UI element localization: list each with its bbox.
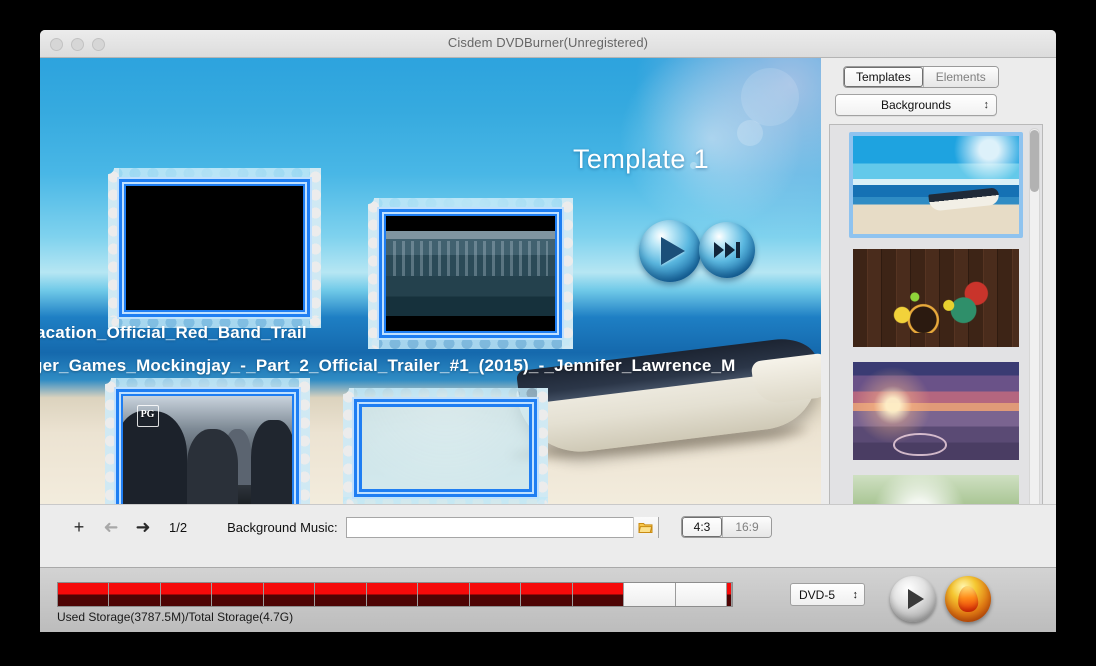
add-chapter-button[interactable]: + (67, 515, 91, 539)
title-bar: Cisdem DVDBurner(Unregistered) (40, 30, 1056, 58)
chapter-thumbnail-4[interactable] (361, 406, 530, 490)
background-thumb-image (853, 249, 1019, 347)
pg-rating-icon: PG (136, 404, 159, 427)
background-thumbnail-list[interactable] (829, 124, 1043, 516)
background-music-label: Background Music: (227, 519, 338, 535)
category-dropdown-value: Backgrounds (880, 98, 952, 112)
background-thumb-image (853, 362, 1019, 460)
caption-2[interactable]: ger_Games_Mockingjay_-_Part_2_Official_T… (40, 356, 736, 376)
previous-page-button[interactable]: ➜ (99, 515, 123, 539)
aspect-ratio-4-3[interactable]: 4:3 (681, 517, 723, 537)
category-dropdown[interactable]: Backgrounds ↕ (835, 94, 997, 116)
template-number: 1 (693, 144, 710, 174)
right-panel: Templates Elements Backgrounds ↕ (821, 58, 1056, 576)
preview-play-button[interactable] (639, 220, 701, 282)
burn-button[interactable] (945, 576, 991, 622)
storage-meter (57, 582, 733, 607)
aspect-ratio-tabs[interactable]: 4:3 16:9 (680, 516, 772, 538)
disc-type-dropdown[interactable]: DVD-5 ↕ (790, 583, 865, 606)
menu-preview-canvas[interactable]: Template 1 PG acation_Official_Red_Band_… (40, 58, 821, 505)
play-icon (907, 589, 924, 609)
aspect-ratio-16-9[interactable]: 16:9 (722, 517, 771, 537)
preview-next-button[interactable] (699, 222, 755, 278)
storage-status-text: Used Storage(3787.5M)/Total Storage(4.7G… (57, 610, 294, 624)
tab-templates[interactable]: Templates (844, 67, 923, 87)
disc-type-value: DVD-5 (799, 588, 836, 602)
background-music-field[interactable] (345, 516, 659, 538)
chapter-frame-4[interactable] (343, 388, 548, 505)
panel-tabs[interactable]: Templates Elements (843, 66, 999, 88)
chapter-thumbnail-1[interactable] (126, 186, 303, 310)
background-thumb-beach-boat[interactable] (849, 132, 1023, 238)
background-thumb-wood-toys[interactable] (849, 245, 1023, 351)
thumbnail-scrollbar-thumb[interactable] (1030, 130, 1039, 192)
chapter-frame-1[interactable] (108, 168, 321, 328)
chapter-frame-3[interactable]: PG (105, 378, 310, 505)
app-window: Cisdem DVDBurner(Unregistered) Template … (40, 30, 1056, 632)
folder-open-icon[interactable] (632, 516, 658, 538)
next-page-button[interactable]: ➜ (131, 515, 155, 539)
bottom-toolbar: + ➜ ➜ 1/2 Background Music: 4:3 16:9 (40, 504, 1056, 576)
storage-bar-area: Used Storage(3787.5M)/Total Storage(4.7G… (40, 567, 1056, 632)
page-indicator: 1/2 (169, 519, 188, 535)
chapter-thumbnail-3[interactable]: PG (123, 396, 292, 505)
window-title: Cisdem DVDBurner(Unregistered) (447, 35, 649, 50)
chevron-updown-icon: ↕ (983, 99, 990, 111)
chapter-frame-2[interactable] (368, 198, 573, 349)
chapter-thumbnail-2[interactable] (386, 216, 555, 331)
city-dam-image (386, 216, 555, 331)
movie-scene-image: PG (123, 396, 292, 505)
preview-button[interactable] (890, 576, 936, 622)
tab-elements[interactable]: Elements (922, 67, 998, 87)
background-thumb-sunset-heart[interactable] (849, 358, 1023, 464)
lens-flare-icon (741, 68, 799, 126)
background-music-input[interactable] (346, 517, 633, 537)
content-area: Template 1 PG acation_Official_Red_Band_… (40, 58, 1056, 576)
flame-icon (957, 585, 979, 613)
lens-flare-small-icon (737, 120, 763, 146)
skip-forward-icon (714, 242, 740, 258)
template-title-prefix: Template (573, 144, 694, 174)
caption-1[interactable]: acation_Official_Red_Band_Trail (40, 323, 307, 343)
page-title[interactable]: Template 1 (573, 144, 709, 175)
play-icon (661, 237, 685, 265)
background-thumb-image (853, 136, 1019, 234)
chevron-updown-icon: ↕ (852, 589, 859, 601)
